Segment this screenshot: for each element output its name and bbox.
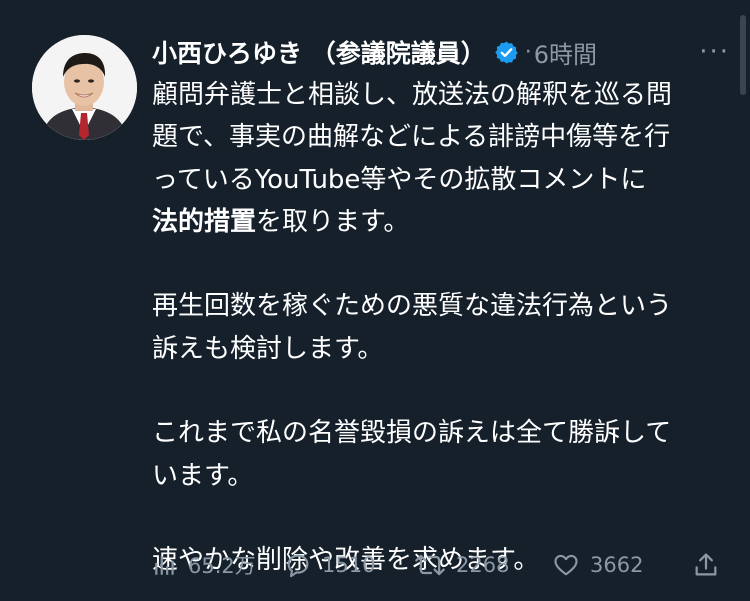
- timestamp[interactable]: 6時間: [534, 35, 597, 70]
- tweet-paragraph: これまで私の名誉毀損の訴えは全て勝訴して います。: [152, 412, 732, 497]
- share-button[interactable]: [692, 548, 730, 582]
- avatar[interactable]: [32, 35, 137, 140]
- heart-icon: [554, 554, 578, 576]
- bold-text: 法的措置: [152, 206, 257, 237]
- more-options-icon[interactable]: ···: [699, 37, 730, 67]
- verified-badge-icon: [494, 40, 519, 65]
- author-name[interactable]: 小西ひろゆき （参議院議員）: [152, 34, 486, 70]
- tweet-paragraph: 顧問弁護士と相談し、放送法の解釈を巡る問 題で、事実の曲解などによる誹謗中傷等を…: [152, 74, 732, 243]
- text-fragment: を取ります。: [256, 206, 410, 237]
- text-line: 顧問弁護士と相談し、放送法の解釈を巡る問: [152, 80, 673, 110]
- share-icon: [695, 553, 717, 576]
- text-line: これまで私の名誉毀損の訴えは全て勝訴して: [152, 418, 672, 449]
- like-count: 3662: [590, 553, 644, 577]
- views-count: 65.2万: [188, 554, 256, 578]
- retweet-count: 2268: [456, 553, 510, 577]
- action-bar: 65.2万 1510 2268 3662: [152, 548, 732, 582]
- reply-count: 1510: [322, 553, 376, 577]
- tweet-paragraph: 再生回数を稼ぐための悪質な違法行為という 訴えも検討します。: [152, 285, 732, 370]
- text-line: います。: [152, 460, 254, 491]
- text-line: 法的措置を取ります。: [152, 201, 732, 243]
- reply-button[interactable]: 1510: [284, 548, 375, 582]
- profile-photo: [32, 35, 137, 140]
- bar-chart-icon: [155, 556, 174, 575]
- speech-bubble-icon: [287, 554, 309, 578]
- text-line: 訴えも検討します。: [152, 333, 384, 364]
- text-line: っているYouTube等やその拡散コメントに: [152, 164, 647, 195]
- text-line: 再生回数を稼ぐための悪質な違法行為という: [152, 291, 673, 322]
- views-button[interactable]: 65.2万: [152, 548, 256, 582]
- retweet-icon: [415, 554, 445, 576]
- separator-dot: ·: [524, 39, 532, 65]
- retweet-button[interactable]: 2268: [414, 548, 509, 582]
- like-button[interactable]: 3662: [552, 548, 643, 582]
- tweet-header: 小西ひろゆき （参議院議員） · 6時間 ···: [152, 33, 730, 71]
- scrollbar[interactable]: [740, 15, 746, 95]
- tweet-text: 顧問弁護士と相談し、放送法の解釈を巡る問 題で、事実の曲解などによる誹謗中傷等を…: [152, 74, 732, 582]
- text-line: 題で、事実の曲解などによる誹謗中傷等を行: [152, 122, 671, 153]
